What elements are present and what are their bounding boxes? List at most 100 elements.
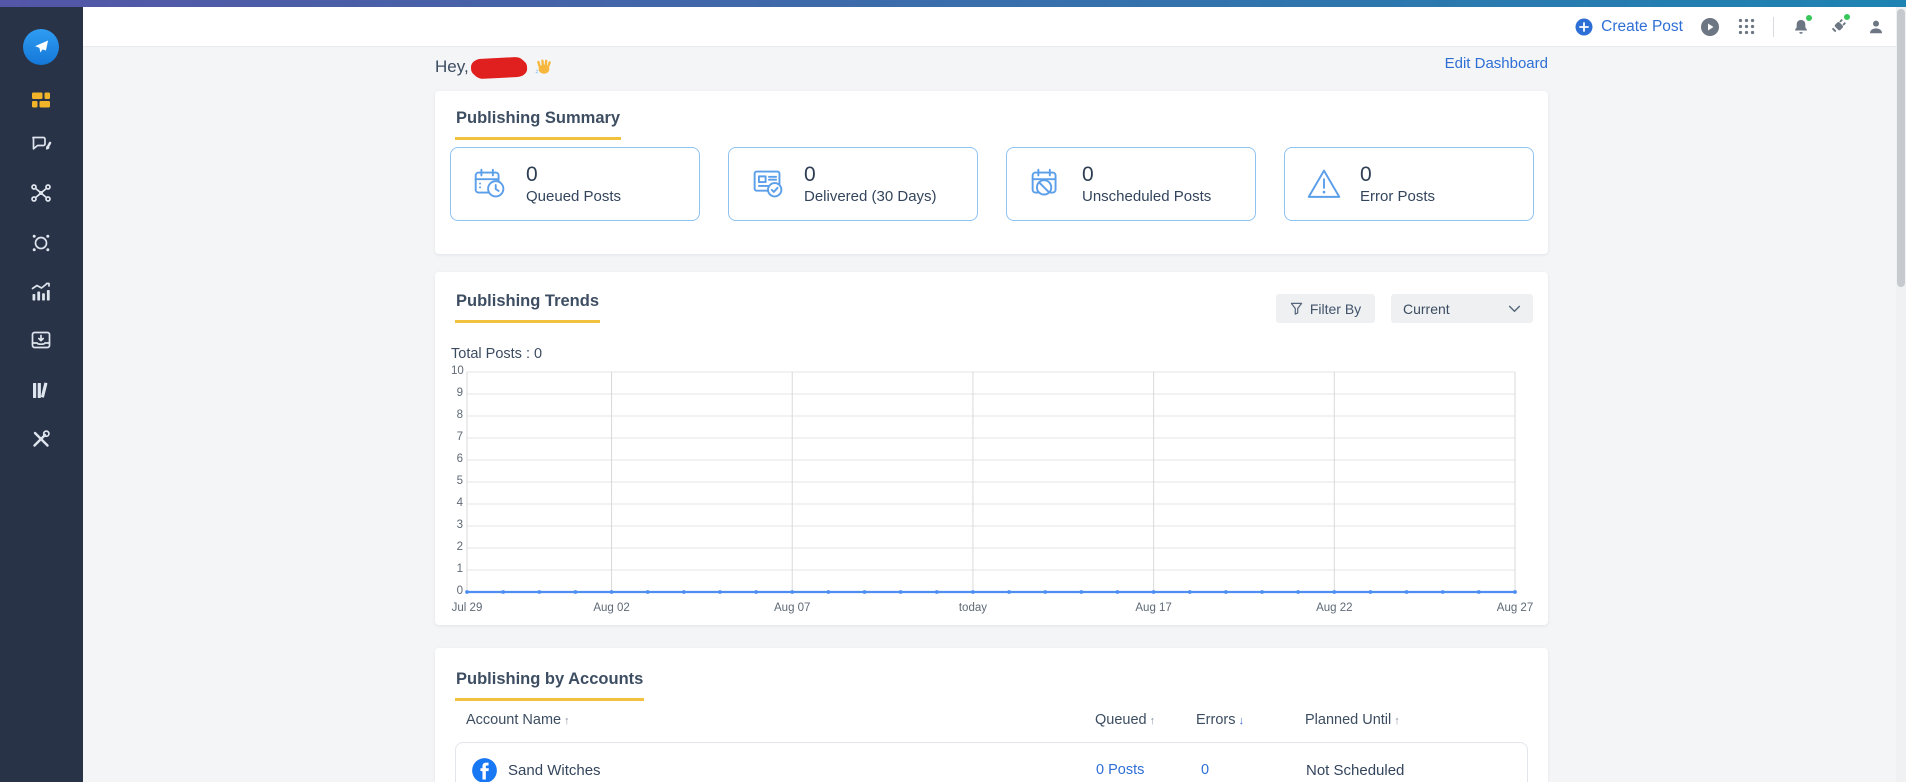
calendar-ban-icon (1025, 163, 1067, 205)
y-axis-tick: 4 (451, 497, 463, 509)
sidebar-item-analytics[interactable] (26, 277, 56, 307)
delivered-posts-card[interactable]: 0 Delivered (30 Days) (728, 147, 978, 221)
main-content: Hey, Edit Dashboard Publishing Summary (83, 47, 1906, 782)
user-profile-button[interactable] (1866, 17, 1886, 37)
redacted-name (470, 57, 525, 78)
queued-posts-value: 0 (526, 163, 621, 187)
publishing-trends-chart: 012345678910Jul 29Aug 02Aug 07todayAug 1… (451, 366, 1532, 618)
column-planned-until[interactable]: Planned Until↑ (1305, 712, 1400, 728)
app-window: Create Post (0, 0, 1906, 782)
y-axis-tick: 8 (451, 409, 463, 421)
queued-posts-card[interactable]: 0 Queued Posts (450, 147, 700, 221)
page-scrollbar (1896, 7, 1906, 782)
column-errors[interactable]: Errors↓ (1196, 712, 1244, 728)
sort-asc-icon: ↑ (1394, 715, 1400, 727)
inbox-download-icon (29, 328, 53, 352)
warning-triangle-icon (1303, 163, 1345, 205)
unscheduled-posts-card[interactable]: 0 Unscheduled Posts (1006, 147, 1256, 221)
delivered-posts-label: Delivered (30 Days) (804, 188, 937, 205)
apps-grid-button[interactable] (1737, 17, 1756, 36)
x-axis-tick: Aug 27 (1497, 602, 1533, 614)
publishing-trends-title: Publishing Trends (455, 292, 600, 323)
publishing-summary-section: Publishing Summary 0 Queued Posts (435, 91, 1548, 254)
top-gradient-strip (0, 0, 1906, 7)
y-axis-tick: 3 (451, 519, 463, 531)
column-account-name[interactable]: Account Name↑ (466, 712, 570, 728)
connect-status-dot (1843, 13, 1851, 21)
play-circle-icon (1700, 17, 1720, 37)
column-queued[interactable]: Queued↑ (1095, 712, 1155, 728)
account-row: Sand Witches 0 Posts 0 Not Scheduled (455, 742, 1528, 782)
create-post-label: Create Post (1601, 18, 1683, 36)
create-post-button[interactable]: Create Post (1575, 18, 1683, 36)
library-books-icon (29, 378, 53, 402)
notifications-button[interactable] (1791, 17, 1811, 37)
plus-circle-icon (1575, 18, 1593, 36)
y-axis-tick: 5 (451, 475, 463, 487)
funnel-filter-icon (1290, 302, 1303, 315)
notification-status-dot (1805, 14, 1813, 22)
sort-asc-icon: ↑ (564, 715, 570, 727)
y-axis-tick: 10 (451, 365, 463, 377)
sidebar-item-posts[interactable] (26, 129, 56, 159)
document-check-icon (747, 163, 789, 205)
publishing-by-accounts-section: Publishing by Accounts Account Name↑ Que… (435, 648, 1548, 782)
accounts-table-header: Account Name↑ Queued↑ Errors↓ Planned Un… (435, 712, 1548, 732)
publishing-trends-section: Publishing Trends Filter By Current Tota… (435, 272, 1548, 625)
paper-plane-logo-icon (31, 37, 51, 57)
sidebar-item-dashboard[interactable] (26, 85, 56, 115)
planned-until-value: Not Scheduled (1306, 762, 1404, 779)
chevron-down-icon (1508, 305, 1521, 313)
filter-by-button[interactable]: Filter By (1276, 294, 1375, 323)
user-icon (1866, 17, 1886, 37)
error-posts-card[interactable]: 0 Error Posts (1284, 147, 1534, 221)
errors-link[interactable]: 0 (1201, 762, 1209, 778)
sidebar-item-logo[interactable] (23, 29, 59, 65)
trend-range-value: Current (1403, 301, 1450, 317)
unscheduled-posts-label: Unscheduled Posts (1082, 188, 1211, 205)
greeting-row: Hey, Edit Dashboard (435, 53, 1548, 81)
sidebar-item-connect[interactable] (26, 178, 56, 208)
publishing-summary-title: Publishing Summary (455, 109, 621, 140)
error-posts-value: 0 (1360, 163, 1435, 187)
topbar: Create Post (83, 7, 1906, 47)
sort-desc-icon: ↓ (1238, 715, 1244, 727)
sort-asc-icon: ↑ (1150, 715, 1156, 727)
waving-hand-icon (535, 58, 553, 76)
x-axis-tick: Jul 29 (452, 602, 483, 614)
unscheduled-posts-value: 0 (1082, 163, 1211, 187)
analytics-chart-icon (29, 280, 53, 304)
x-axis-tick: Aug 07 (774, 602, 810, 614)
queued-posts-link[interactable]: 0 Posts (1096, 762, 1144, 778)
y-axis-tick: 7 (451, 431, 463, 443)
edit-dashboard-link[interactable]: Edit Dashboard (1445, 55, 1548, 72)
trend-range-dropdown[interactable]: Current (1391, 294, 1533, 323)
greeting-text: Hey, (435, 57, 469, 77)
account-name: Sand Witches (508, 762, 601, 779)
facebook-icon (471, 757, 498, 782)
x-axis-tick: Aug 22 (1316, 602, 1352, 614)
y-axis-tick: 6 (451, 453, 463, 465)
error-posts-label: Error Posts (1360, 188, 1435, 205)
x-axis-tick: Aug 02 (593, 602, 629, 614)
network-nodes-icon (29, 181, 53, 205)
dashboard-icon (29, 88, 53, 112)
y-axis-tick: 0 (451, 585, 463, 597)
sidebar (0, 7, 83, 782)
total-posts-label: Total Posts : 0 (451, 346, 542, 362)
publishing-by-accounts-title: Publishing by Accounts (455, 670, 644, 701)
queued-posts-label: Queued Posts (526, 188, 621, 205)
sidebar-item-audience[interactable] (26, 228, 56, 258)
media-play-button[interactable] (1700, 17, 1720, 37)
y-axis-tick: 1 (451, 563, 463, 575)
sidebar-item-tools[interactable] (26, 424, 56, 454)
connect-accounts-button[interactable] (1828, 16, 1849, 37)
delivered-posts-value: 0 (804, 163, 937, 187)
x-axis-tick: today (959, 602, 987, 614)
grid-apps-icon (1737, 17, 1756, 36)
calendar-clock-icon (469, 163, 511, 205)
topbar-divider (1773, 17, 1774, 37)
sidebar-item-library[interactable] (26, 375, 56, 405)
sidebar-item-inbox[interactable] (26, 325, 56, 355)
scrollbar-thumb[interactable] (1897, 9, 1905, 287)
